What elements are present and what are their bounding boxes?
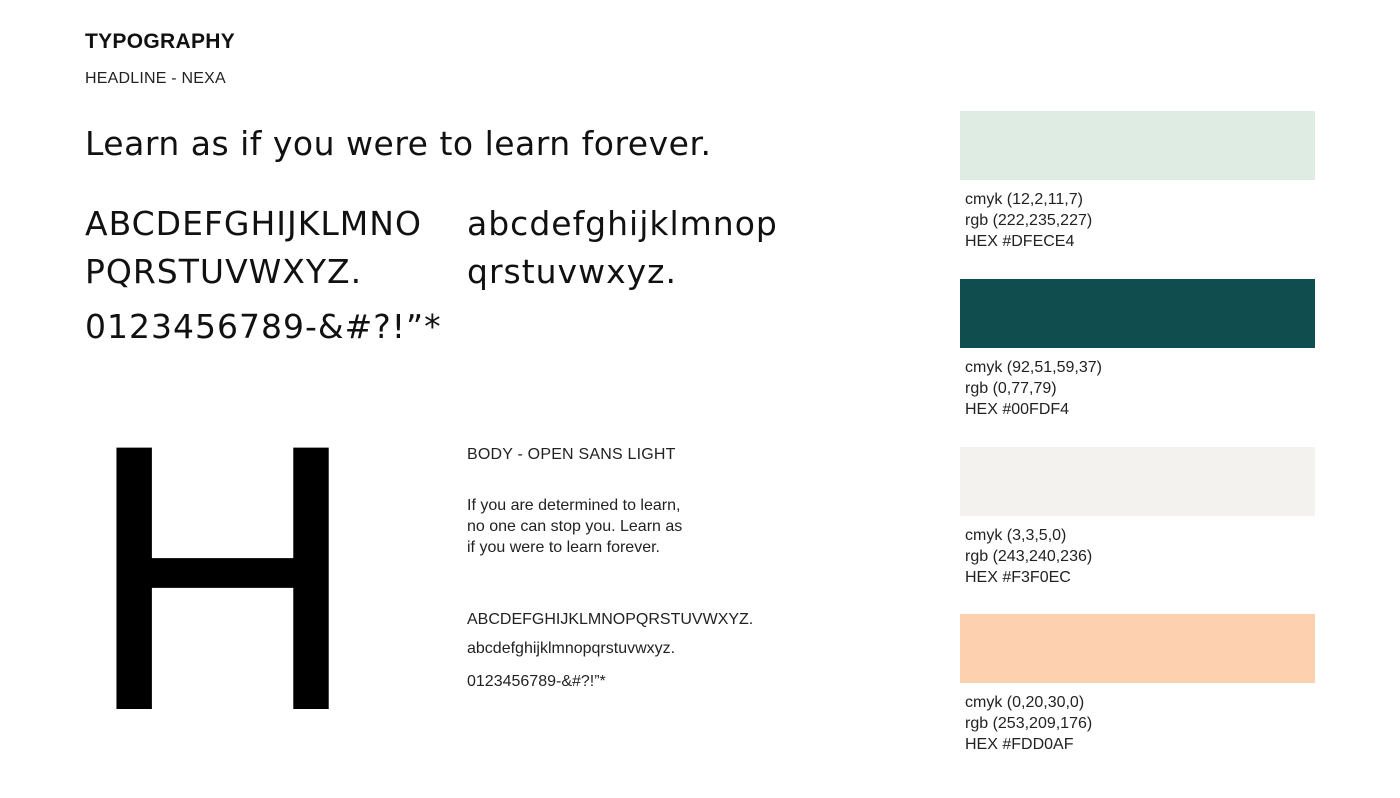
headline-numbers-symbols: 0123456789-&#?!”* bbox=[85, 307, 442, 346]
color-hex: HEX #FDD0AF bbox=[965, 736, 1074, 753]
color-swatch-offwhite bbox=[960, 447, 1315, 516]
body-paragraph-line-1: If you are determined to learn, bbox=[467, 497, 681, 514]
color-cmyk: cmyk (92,51,59,37) bbox=[965, 359, 1102, 376]
color-rgb: rgb (0,77,79) bbox=[965, 380, 1057, 397]
section-title: TYPOGRAPHY bbox=[85, 30, 236, 53]
headline-lowercase-line-1: abcdefghijklmnop bbox=[467, 204, 778, 243]
color-swatch-peach bbox=[960, 614, 1315, 683]
body-paragraph-line-3: if you were to learn forever. bbox=[467, 539, 660, 556]
color-hex: HEX #DFECE4 bbox=[965, 233, 1075, 250]
color-swatch-mint bbox=[960, 111, 1315, 180]
color-info-peach: cmyk (0,20,30,0) rgb (253,209,176) HEX #… bbox=[965, 692, 1092, 755]
color-rgb: rgb (253,209,176) bbox=[965, 715, 1093, 732]
body-numbers-symbols: 0123456789-&#?!”* bbox=[467, 673, 606, 690]
color-info-offwhite: cmyk (3,3,5,0) rgb (243,240,236) HEX #F3… bbox=[965, 525, 1092, 588]
body-font-label: BODY - OPEN SANS LIGHT bbox=[467, 446, 676, 463]
color-rgb: rgb (243,240,236) bbox=[965, 548, 1093, 565]
color-hex: HEX #00FDF4 bbox=[965, 401, 1070, 418]
headline-lowercase-line-2: qrstuvwxyz. bbox=[467, 252, 677, 291]
color-cmyk: cmyk (12,2,11,7) bbox=[965, 191, 1083, 208]
body-uppercase-sample: ABCDEFGHIJKLMNOPQRSTUVWXYZ. bbox=[467, 611, 754, 628]
color-swatch-teal bbox=[960, 279, 1315, 348]
headline-big-letter: H bbox=[95, 388, 350, 718]
color-cmyk: cmyk (3,3,5,0) bbox=[965, 527, 1067, 544]
body-lowercase-sample: abcdefghijklmnopqrstuvwxyz. bbox=[467, 640, 676, 657]
body-paragraph-line-2: no one can stop you. Learn as bbox=[467, 518, 683, 535]
headline-uppercase-line-2: PQRSTUVWXYZ. bbox=[85, 252, 363, 291]
headline-quote-sample: Learn as if you were to learn forever. bbox=[85, 124, 712, 163]
headline-font-label: HEADLINE - NEXA bbox=[85, 70, 226, 87]
color-rgb: rgb (222,235,227) bbox=[965, 212, 1093, 229]
color-info-mint: cmyk (12,2,11,7) rgb (222,235,227) HEX #… bbox=[965, 189, 1092, 252]
color-cmyk: cmyk (0,20,30,0) bbox=[965, 694, 1085, 711]
color-info-teal: cmyk (92,51,59,37) rgb (0,77,79) HEX #00… bbox=[965, 357, 1102, 420]
color-hex: HEX #F3F0EC bbox=[965, 569, 1071, 586]
headline-uppercase-line-1: ABCDEFGHIJKLMNO bbox=[85, 204, 422, 243]
